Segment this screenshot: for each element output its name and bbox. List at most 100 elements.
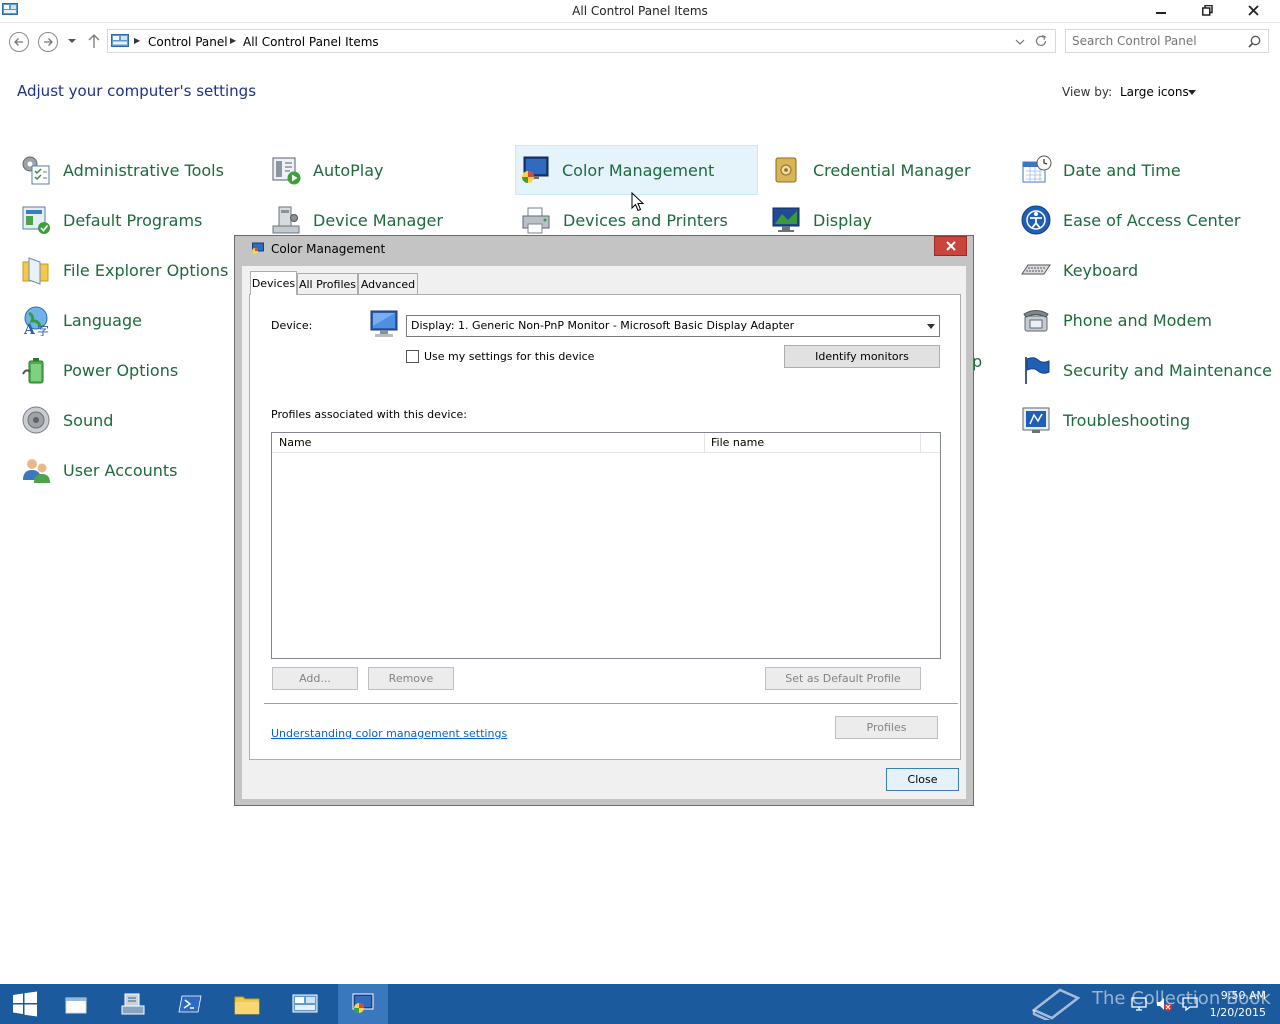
cp-item-file-explorer-options[interactable]: File Explorer Options — [17, 246, 228, 294]
taskbar-color-management[interactable] — [338, 984, 388, 1024]
keyboard-icon — [1019, 253, 1053, 287]
color-management-icon — [252, 242, 264, 254]
breadcrumb-separator-icon[interactable]: ▶ — [230, 36, 236, 45]
view-by-dropdown[interactable]: Large icons — [1120, 85, 1189, 99]
view-by-caret-icon[interactable] — [1188, 90, 1196, 95]
color-management-dialog: Color Management Devices All Profiles Ad… — [234, 235, 974, 806]
column-separator[interactable] — [920, 433, 921, 453]
tab-all-profiles[interactable]: All Profiles — [297, 273, 358, 294]
device-label: Device: — [271, 319, 313, 332]
breadcrumb-all-items[interactable]: All Control Panel Items — [243, 35, 379, 49]
cp-item-autoplay[interactable]: AutoPlay — [267, 146, 384, 194]
profiles-list[interactable]: Name File name — [271, 432, 941, 659]
monitor-icon — [370, 310, 398, 337]
administrative-tools-icon — [19, 153, 53, 187]
ease-of-access-icon — [1019, 203, 1053, 237]
cp-item-sound[interactable]: Sound — [17, 396, 113, 444]
control-panel-icon — [111, 34, 129, 47]
device-select[interactable]: Display: 1. Generic Non-PnP Monitor - Mi… — [406, 315, 940, 337]
taskbar-clock-date[interactable]: 1/20/2015 — [1200, 1006, 1266, 1019]
search-box[interactable] — [1065, 29, 1269, 53]
color-management-help-link[interactable]: Understanding color management settings — [271, 727, 507, 740]
mouse-cursor-icon — [631, 192, 645, 212]
cp-item-color-management[interactable]: Color Management — [515, 145, 758, 195]
cp-item-label: Phone and Modem — [1063, 310, 1213, 330]
cp-item-label: Ease of Access Center — [1063, 210, 1241, 230]
column-header-file-name[interactable]: File name — [711, 436, 764, 449]
cp-item-security-and-maintenance[interactable]: Security and Maintenance — [1017, 346, 1272, 394]
start-button[interactable] — [0, 984, 50, 1024]
minimize-button[interactable] — [1138, 0, 1184, 21]
control-panel-icon — [292, 994, 318, 1013]
cp-item-label: Language — [63, 310, 142, 330]
folder-icon — [234, 996, 260, 1015]
identify-monitors-button[interactable]: Identify monitors — [784, 345, 940, 368]
cp-item-date-and-time[interactable]: Date and Time — [1017, 146, 1181, 194]
cp-item-credential-manager[interactable]: Credential Manager — [767, 146, 971, 194]
breadcrumb-separator-icon[interactable]: ▶ — [134, 36, 140, 45]
dialog-body: Devices All Profiles Advanced Device: Di… — [242, 266, 966, 799]
refresh-icon[interactable] — [1034, 34, 1048, 48]
taskbar-file-explorer[interactable] — [222, 984, 272, 1024]
use-my-settings-label[interactable]: Use my settings for this device — [424, 350, 594, 363]
cp-item-default-programs[interactable]: Default Programs — [17, 196, 202, 244]
search-icon[interactable] — [1248, 35, 1261, 48]
restore-icon — [1201, 5, 1213, 16]
cp-item-phone-and-modem[interactable]: Phone and Modem — [1017, 296, 1212, 344]
taskbar-control-panel[interactable] — [280, 984, 330, 1024]
column-header-name[interactable]: Name — [279, 436, 311, 449]
svg-text:A: A — [23, 322, 36, 336]
cp-item-language[interactable]: A字 Language — [17, 296, 142, 344]
page-heading: Adjust your computer's settings — [17, 82, 257, 100]
recent-locations-chevron-icon[interactable] — [65, 34, 79, 48]
breadcrumb-control-panel[interactable]: Control Panel — [148, 35, 228, 49]
cp-item-label: Display — [813, 210, 872, 230]
cp-item-label: Date and Time — [1063, 160, 1181, 180]
cp-item-power-options[interactable]: Power Options — [17, 346, 178, 394]
arrow-left-icon — [14, 38, 23, 46]
search-input[interactable] — [1072, 33, 1242, 49]
arrow-right-icon — [44, 38, 53, 46]
cp-item-troubleshooting[interactable]: Troubleshooting — [1017, 396, 1190, 444]
forward-button[interactable] — [38, 32, 58, 52]
column-separator[interactable] — [704, 433, 705, 453]
address-history-chevron-icon[interactable] — [1014, 37, 1026, 47]
close-icon — [945, 241, 956, 251]
use-my-settings-checkbox[interactable] — [406, 350, 419, 363]
taskbar-task-view[interactable] — [52, 984, 102, 1024]
cp-item-ease-of-access[interactable]: Ease of Access Center — [1017, 196, 1240, 244]
flag-icon — [1019, 353, 1053, 387]
dialog-close-button[interactable] — [934, 236, 967, 256]
address-bar[interactable]: ▶ Control Panel ▶ All Control Panel Item… — [107, 29, 1056, 53]
up-arrow-icon[interactable] — [86, 32, 102, 50]
view-by-label: View by: — [1062, 85, 1113, 99]
cp-item-label: Sound — [63, 410, 114, 430]
default-programs-icon — [19, 203, 53, 237]
profiles-button[interactable]: Profiles — [835, 716, 938, 739]
close-window-button[interactable] — [1230, 0, 1276, 21]
set-default-profile-button[interactable]: Set as Default Profile — [765, 667, 921, 690]
taskbar-powershell[interactable] — [165, 984, 215, 1024]
cp-item-label: File Explorer Options — [63, 260, 229, 280]
speaker-icon — [19, 403, 53, 437]
taskbar-server-manager[interactable] — [108, 984, 158, 1024]
minimize-icon — [1156, 11, 1166, 14]
divider — [264, 703, 958, 704]
tab-advanced[interactable]: Advanced — [358, 273, 418, 294]
devices-tab-panel: Device: Display: 1. Generic Non-PnP Moni… — [249, 294, 961, 760]
device-manager-icon — [269, 203, 303, 237]
add-profile-button[interactable]: Add... — [272, 667, 358, 690]
taskbar-clock-time[interactable]: 9:50 AM — [1206, 989, 1266, 1002]
remove-profile-button[interactable]: Remove — [368, 667, 454, 690]
navigation-bar: ▶ Control Panel ▶ All Control Panel Item… — [0, 24, 1280, 58]
close-button[interactable]: Close — [886, 768, 959, 791]
cp-item-administrative-tools[interactable]: Administrative Tools — [17, 146, 224, 194]
cp-item-keyboard[interactable]: Keyboard — [1017, 246, 1138, 294]
back-button[interactable] — [9, 32, 29, 52]
cp-item-user-accounts[interactable]: User Accounts — [17, 446, 178, 494]
credential-vault-icon — [769, 153, 803, 187]
restore-button[interactable] — [1184, 0, 1230, 21]
autoplay-icon — [269, 153, 303, 187]
svg-text:字: 字 — [37, 323, 49, 336]
tab-devices[interactable]: Devices — [250, 271, 297, 295]
